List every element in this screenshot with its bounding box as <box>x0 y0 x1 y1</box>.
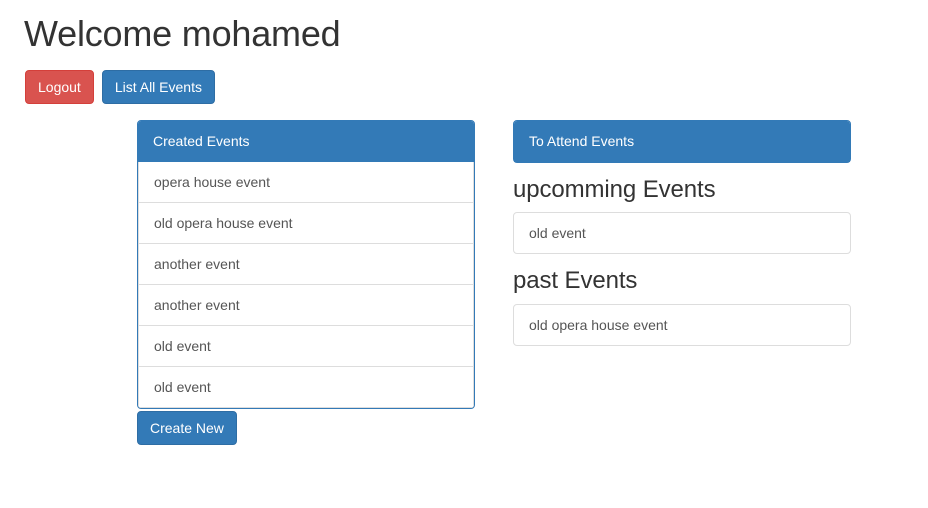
list-item[interactable]: another event <box>139 284 473 326</box>
list-item[interactable]: old event <box>139 366 473 407</box>
header-button-row: Logout List All Events <box>25 70 215 104</box>
to-attend-events-panel: To Attend Events <box>513 120 851 163</box>
page-title: Welcome mohamed <box>24 13 341 54</box>
created-events-list-wrapper: opera house event old opera house event … <box>138 162 474 408</box>
created-events-column: Created Events opera house event old ope… <box>137 120 475 445</box>
list-item[interactable]: old opera house event <box>513 303 851 346</box>
to-attend-events-panel-title: To Attend Events <box>529 133 635 149</box>
to-attend-events-column: To Attend Events upcomming Events old ev… <box>513 120 851 346</box>
created-events-panel: Created Events opera house event old ope… <box>137 120 475 409</box>
upcoming-events-heading: upcomming Events <box>513 176 716 203</box>
list-item[interactable]: another event <box>139 243 473 285</box>
list-item[interactable]: old event <box>513 212 851 255</box>
created-events-list: opera house event old opera house event … <box>139 162 473 407</box>
past-events-heading: past Events <box>513 267 638 295</box>
upcoming-events-list: old event <box>513 212 851 255</box>
content-columns: Created Events opera house event old ope… <box>137 120 851 445</box>
create-new-button-wrapper: Create New <box>137 411 475 445</box>
list-item[interactable]: old opera house event <box>139 202 473 244</box>
created-events-panel-title: Created Events <box>153 133 250 149</box>
create-new-button[interactable]: Create New <box>137 411 237 445</box>
list-item[interactable]: old event <box>139 325 473 367</box>
to-attend-events-panel-heading: To Attend Events <box>514 121 850 162</box>
past-events-list: old opera house event <box>513 303 851 346</box>
list-all-events-button[interactable]: List All Events <box>101 70 215 104</box>
logout-button[interactable]: Logout <box>25 70 94 104</box>
created-events-panel-heading: Created Events <box>138 121 474 162</box>
list-item[interactable]: opera house event <box>139 162 473 203</box>
page-root: Welcome mohamed Logout List All Events C… <box>0 0 928 508</box>
